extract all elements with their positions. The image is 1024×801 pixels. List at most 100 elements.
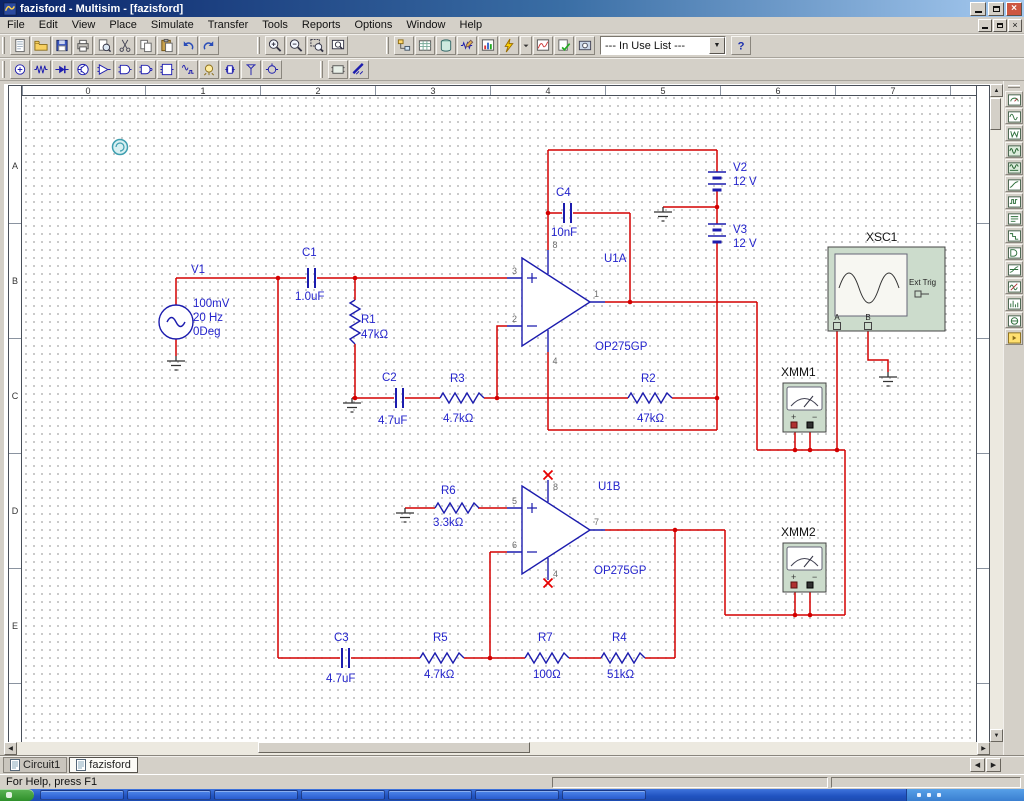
titlebar[interactable]: fazisford - Multisim - [fazisford] × [0, 0, 1024, 17]
oscilloscope-instrument-button[interactable] [1005, 142, 1023, 158]
menu-item-edit[interactable]: Edit [32, 18, 65, 32]
taskbar-window-button[interactable] [388, 790, 472, 800]
menu-item-tools[interactable]: Tools [255, 18, 295, 32]
save-button[interactable] [52, 36, 72, 55]
scroll-up-button[interactable]: ▲ [990, 84, 1003, 97]
create-component-button[interactable] [457, 36, 477, 55]
in-use-list-combobox[interactable]: --- In Use List --- ▼ [600, 36, 726, 55]
zoom-full-button[interactable] [328, 36, 348, 55]
mdi-minimize-button[interactable] [978, 18, 992, 32]
logic-converter-instrument-button[interactable] [1005, 244, 1023, 260]
horizontal-scroll-thumb[interactable] [258, 742, 530, 753]
tab-circuit1[interactable]: Circuit1 [3, 757, 68, 773]
help-button[interactable]: ? [731, 36, 751, 55]
logic-analyzer-instrument-button[interactable] [1005, 227, 1023, 243]
scroll-right-button[interactable]: ▶ [977, 742, 990, 755]
place-diode-button[interactable] [52, 59, 72, 79]
distortion-analyzer-instrument-button[interactable] [1005, 278, 1023, 294]
place-cmos-button[interactable] [136, 59, 156, 79]
print-button[interactable] [73, 36, 93, 55]
close-button[interactable]: × [1006, 1, 1022, 16]
menu-item-view[interactable]: View [65, 18, 103, 32]
zoom-area-button[interactable] [307, 36, 327, 55]
tab-scroll-left-button[interactable]: ◀ [970, 758, 985, 772]
place-analog-button[interactable] [94, 59, 114, 79]
dropdown-icon [521, 38, 531, 53]
mdi-close-button[interactable]: × [1008, 18, 1022, 32]
place-misc-digital-button[interactable] [157, 59, 177, 79]
scroll-left-button[interactable]: ◀ [4, 742, 17, 755]
run-simulation-button[interactable] [499, 36, 519, 55]
taskbar-window-button[interactable] [562, 790, 646, 800]
paste-button[interactable] [157, 36, 177, 55]
zoom-in-button[interactable] [265, 36, 285, 55]
zoom-out-button[interactable] [286, 36, 306, 55]
place-bus-button[interactable] [349, 59, 369, 79]
menu-item-transfer[interactable]: Transfer [201, 18, 256, 32]
postprocessor-button[interactable] [533, 36, 553, 55]
place-electromech-button[interactable] [262, 59, 282, 79]
tab-scroll-right-button[interactable]: ▶ [986, 758, 1001, 772]
cut-button[interactable] [115, 36, 135, 55]
vertical-scroll-thumb[interactable] [990, 98, 1001, 130]
taskbar-window-button[interactable] [127, 790, 211, 800]
scroll-down-button[interactable]: ▼ [990, 729, 1003, 742]
menu-item-simulate[interactable]: Simulate [144, 18, 201, 32]
print-preview-button[interactable] [94, 36, 114, 55]
function-generator-instrument-button[interactable] [1005, 108, 1023, 124]
menu-item-reports[interactable]: Reports [295, 18, 348, 32]
os-taskbar[interactable] [0, 789, 1024, 801]
place-ttl-button[interactable] [115, 59, 135, 79]
minimize-button[interactable] [970, 1, 986, 16]
erc-button[interactable] [554, 36, 574, 55]
dropdown-button[interactable] [520, 36, 532, 55]
menu-item-window[interactable]: Window [399, 18, 452, 32]
iv-analyzer-instrument-button[interactable] [1005, 261, 1023, 277]
copy-button[interactable] [136, 36, 156, 55]
horizontal-scrollbar[interactable]: ◀ ▶ [4, 742, 990, 755]
new-button[interactable] [10, 36, 30, 55]
undo-button[interactable] [178, 36, 198, 55]
database-manager-button[interactable] [436, 36, 456, 55]
multimeter-instrument-button[interactable] [1005, 91, 1023, 107]
taskbar-window-button[interactable] [301, 790, 385, 800]
menu-item-help[interactable]: Help [453, 18, 490, 32]
combo-dropdown-icon[interactable]: ▼ [709, 37, 725, 54]
schematic-sheet[interactable]: 01234567 ABCDE [4, 84, 990, 742]
place-hier-button[interactable] [328, 59, 348, 79]
menu-item-place[interactable]: Place [102, 18, 144, 32]
place-source-button[interactable] [10, 59, 30, 79]
place-misc-button[interactable] [220, 59, 240, 79]
ruler-row-tick [977, 454, 989, 569]
open-button[interactable] [31, 36, 51, 55]
restore-button[interactable] [988, 1, 1004, 16]
start-button[interactable] [0, 789, 34, 801]
word-generator-instrument-button[interactable] [1005, 210, 1023, 226]
wattmeter-instrument-button[interactable] [1005, 125, 1023, 141]
vertical-scrollbar[interactable]: ▲ ▼ [990, 84, 1003, 742]
spreadsheet-view-button[interactable] [415, 36, 435, 55]
labview-instrument-instrument-button[interactable] [1005, 329, 1023, 345]
taskbar-window-button[interactable] [214, 790, 298, 800]
place-basic-button[interactable] [31, 59, 51, 79]
network-analyzer-instrument-button[interactable] [1005, 312, 1023, 328]
tab-fazisford[interactable]: fazisford [69, 757, 138, 773]
place-mixed-button[interactable] [178, 59, 198, 79]
four-channel-scope-instrument-button[interactable] [1005, 159, 1023, 175]
mdi-restore-button[interactable] [993, 18, 1007, 32]
place-misc-digital-icon [159, 62, 175, 77]
menu-item-options[interactable]: Options [347, 18, 399, 32]
taskbar-window-button[interactable] [40, 790, 124, 800]
spectrum-analyzer-instrument-button[interactable] [1005, 295, 1023, 311]
grapher-button[interactable] [478, 36, 498, 55]
frequency-counter-instrument-button[interactable] [1005, 193, 1023, 209]
menu-item-file[interactable]: File [0, 18, 32, 32]
design-toolbox-button[interactable] [394, 36, 414, 55]
bode-plotter-instrument-button[interactable] [1005, 176, 1023, 192]
place-indicator-button[interactable] [199, 59, 219, 79]
place-transistor-button[interactable] [73, 59, 93, 79]
capture-area-button[interactable] [575, 36, 595, 55]
place-rf-button[interactable] [241, 59, 261, 79]
redo-button[interactable] [199, 36, 219, 55]
taskbar-window-button[interactable] [475, 790, 559, 800]
